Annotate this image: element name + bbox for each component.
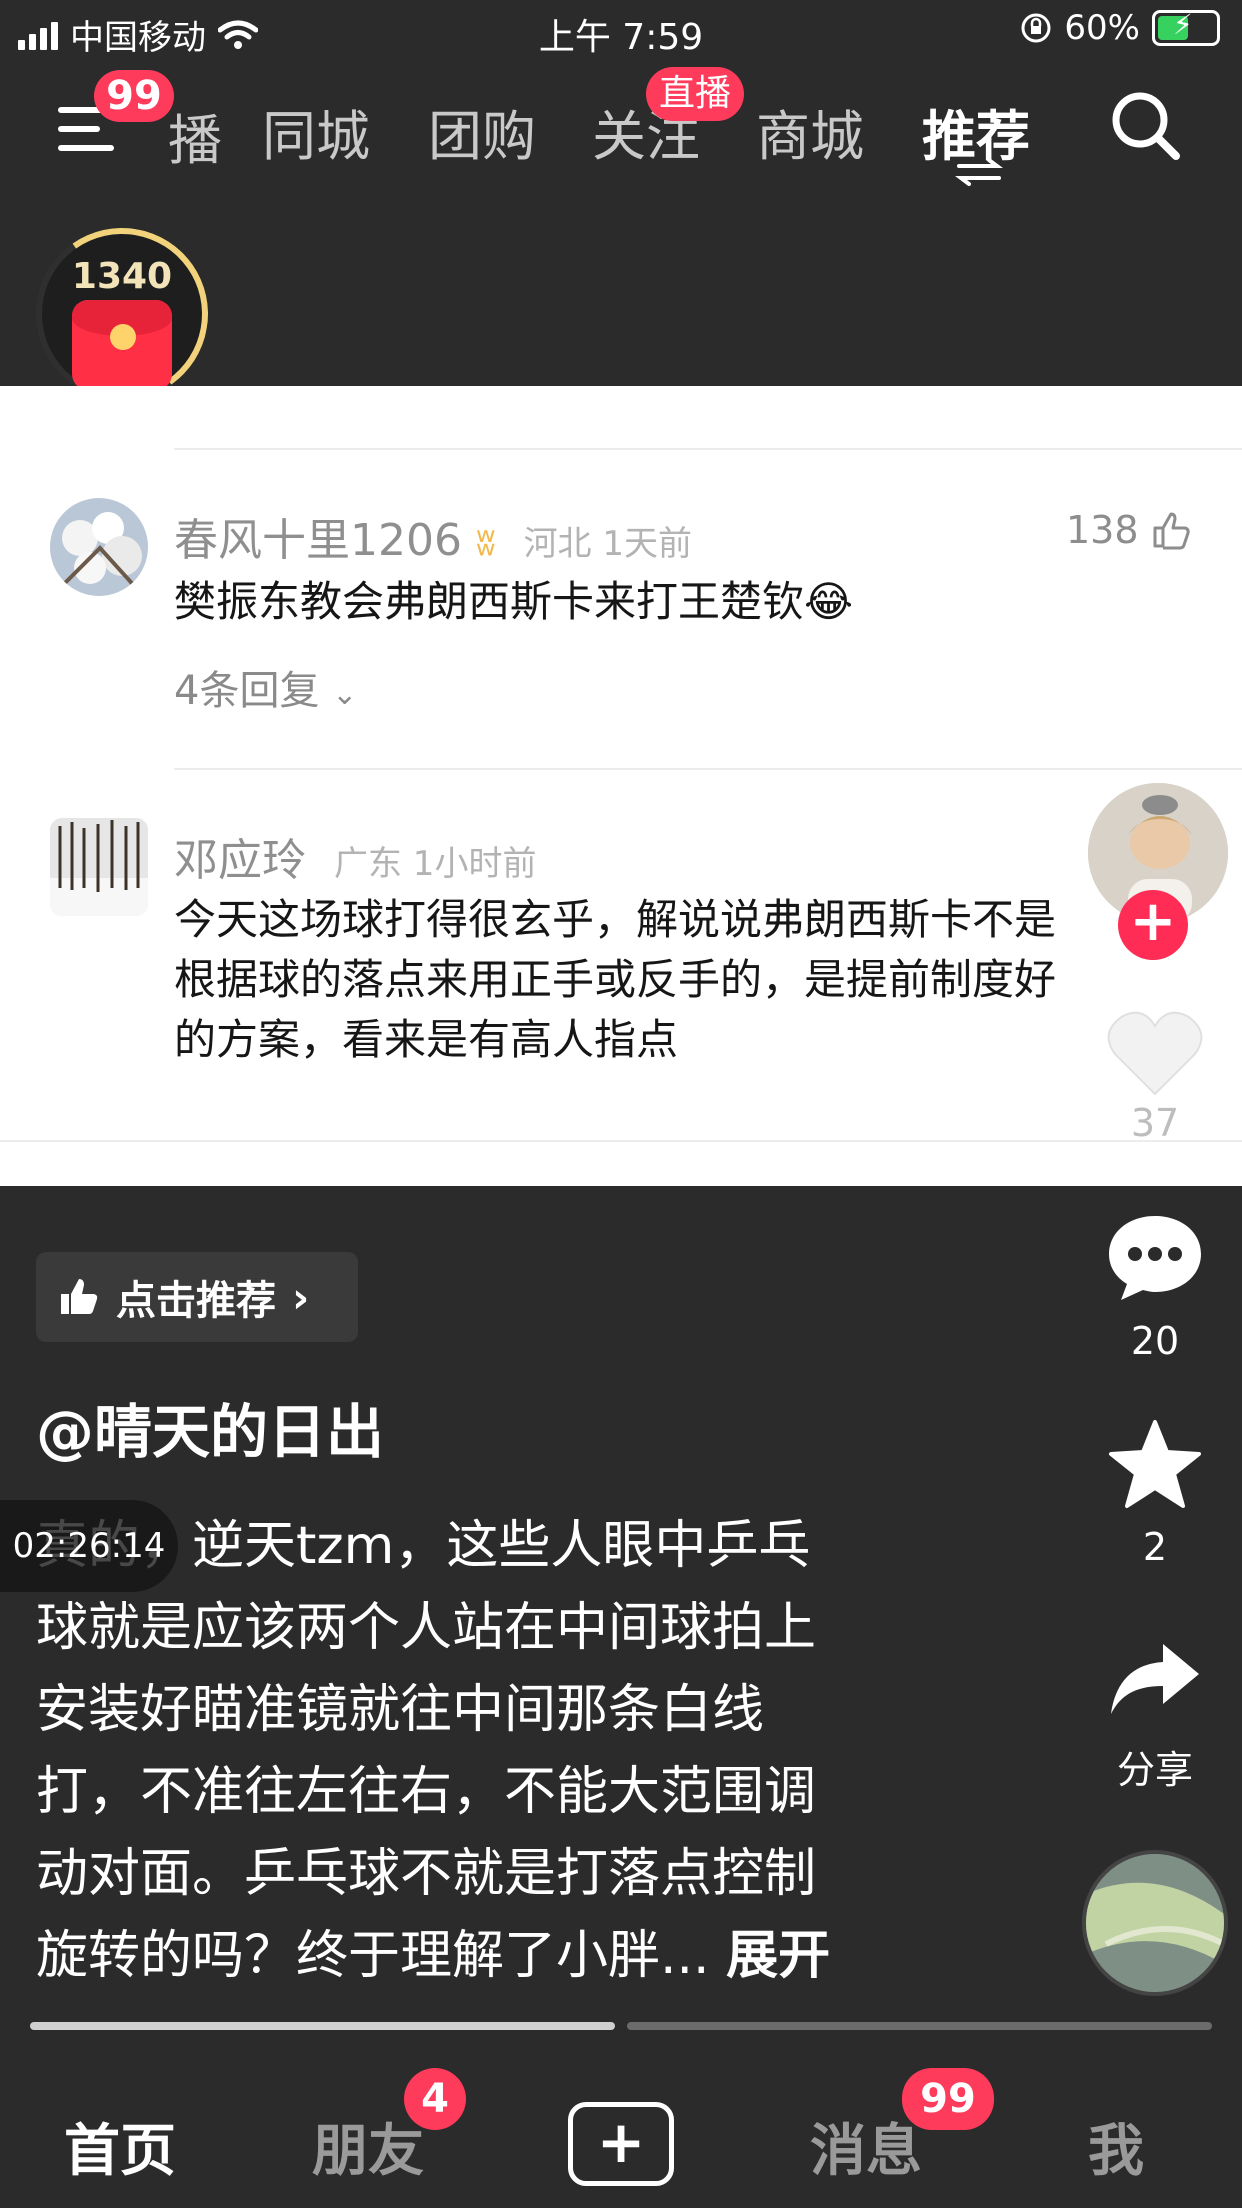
favorite-button[interactable]: 2 [1090,1418,1220,1569]
bond-icon: ʬ [475,520,496,564]
red-envelope-icon [72,300,172,390]
status-right: 60% ⚡ [1020,8,1220,48]
messages-badge: 99 [902,2068,994,2130]
divider [174,448,1242,450]
tab-friends[interactable]: 朋友 [312,2106,424,2187]
red-packet-count: 1340 [71,256,173,297]
recommend-button[interactable]: 点击推荐 › [36,1252,358,1342]
commenter-avatar[interactable] [50,818,148,916]
comment-username[interactable]: 春风十里1206 ʬ 河北 1天前 [174,504,692,568]
music-disc[interactable] [1082,1850,1228,1996]
desc-line: 旋转的吗？终于理解了小胖... [36,1926,710,1986]
share-label: 分享 [1116,1748,1193,1792]
menu-badge: 99 [94,70,174,122]
search-icon[interactable] [1110,90,1180,160]
comment-meta: 广东 1小时前 [334,844,537,884]
heart-icon [1107,1011,1203,1096]
like-count: 37 [1130,1101,1180,1145]
red-packet-widget[interactable]: 1340 [22,214,222,414]
recommend-label: 点击推荐 [116,1278,276,1324]
battery-icon: ⚡ [1152,8,1220,46]
comment-text: 今天这场球打得很玄乎，解说说弗朗西斯卡不是根据球的落点来用正手或反手的，是提前制… [174,895,1057,1064]
tab-messages[interactable]: 消息 [810,2106,922,2187]
replies-label: 4条回复 [174,668,320,714]
divider [0,1140,1242,1142]
swap-icon [955,158,1003,186]
comment-button[interactable]: 20 [1090,1212,1220,1363]
star-icon [1109,1420,1201,1508]
tab-me[interactable]: 我 [1088,2106,1144,2187]
friends-badge: 4 [404,2068,466,2130]
follow-button[interactable]: + [1118,890,1188,960]
view-replies-button[interactable]: 4条回复 ⌄ [174,658,357,716]
tab-home[interactable]: 首页 [64,2106,176,2187]
comment-meta: 河北 1天前 [523,524,693,564]
tab-mall[interactable]: 商城 [756,92,864,171]
comment-text: 樊振东教会弗朗西斯卡来打王楚钦😂 [174,577,854,626]
favorite-count: 2 [1142,1525,1168,1569]
tab-group-buy[interactable]: 团购 [428,92,536,171]
tab-local[interactable]: 同城 [262,92,370,171]
share-button[interactable]: 分享 [1090,1640,1220,1794]
username-text: 邓应玲 [174,835,306,886]
video-progress-bar[interactable] [30,2022,1212,2030]
live-badge: 直播 [646,67,744,121]
like-button[interactable]: 37 [1090,1008,1220,1145]
top-nav: 99 播 同城 团购 关注 直播 商城 推荐 [0,62,1242,192]
tab-live-partial[interactable]: 播 [168,96,222,175]
progress-played [30,2022,615,2030]
desc-line: 球就是应该两个人站在中间球拍上 [36,1598,817,1658]
comment-count: 20 [1130,1319,1180,1363]
status-bar: 中国移动 上午 7:59 60% ⚡ [0,0,1242,60]
timestamp-label: 02:26:14 [0,1500,178,1592]
desc-line: 打，不准往左往右，不能大范围调 [36,1762,817,1822]
comment-username[interactable]: 邓应玲 广东 1小时前 [174,824,536,888]
desc-line: 安装好瞄准镜就往中间那条白线 [36,1680,765,1740]
video-description[interactable]: 真的，逆天tzm，这些人眼中乒乓 球就是应该两个人站在中间球拍上 安装好瞄准镜就… [36,1505,966,1997]
desc-line-last: 旋转的吗？终于理解了小胖... 展开 [36,1915,966,1997]
username-text: 春风十里1206 [174,515,462,566]
chevron-right-icon: › [292,1272,310,1322]
divider [174,768,1242,770]
comment-bubble-icon [1109,1216,1201,1300]
like-count: 138 [1066,508,1139,552]
create-post-button[interactable]: + [568,2102,674,2186]
expand-button[interactable]: 展开 [726,1926,830,1986]
plus-icon: + [596,2108,646,2176]
desc-line: 动对面。乒乓球不就是打落点控制 [36,1844,817,1904]
thumbs-up-icon [1153,512,1190,550]
progress-remaining [627,2022,1212,2030]
video-author[interactable]: @晴天的日出 [36,1385,384,1469]
battery-percent: 60% [1064,8,1140,48]
share-arrow-icon [1111,1644,1199,1714]
chevron-down-icon: ⌄ [332,677,358,712]
orientation-lock-icon [1021,13,1051,43]
commenter-avatar[interactable] [50,498,148,596]
comment-like-button[interactable]: 138 [1066,508,1191,552]
comment-panel: 春风十里1206 ʬ 河北 1天前 138 樊振东教会弗朗西斯卡来打王楚钦😂 4… [0,386,1242,1186]
bottom-tab-bar: 首页 朋友 4 + 消息 99 我 [0,2050,1242,2208]
thumbs-up-icon [61,1279,98,1314]
